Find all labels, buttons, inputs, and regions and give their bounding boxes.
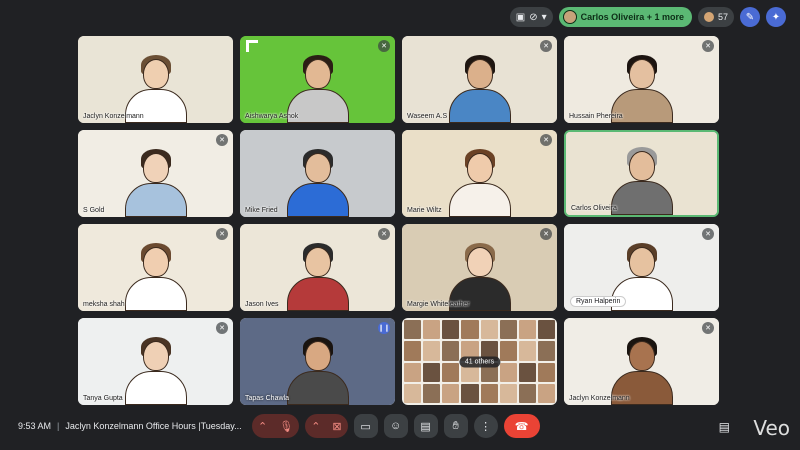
more-options-button[interactable]: ⋮ xyxy=(473,414,498,438)
participant-tile[interactable]: ✕ Aishwarya Ashok xyxy=(240,36,395,123)
others-tile[interactable]: 41 others xyxy=(402,318,557,405)
participant-name: Mike Fried xyxy=(245,207,278,214)
participant-name: Waseem A.S xyxy=(407,113,448,120)
participant-name: Carlos Oliveira xyxy=(571,205,617,212)
chevron-down-icon[interactable]: ▾ xyxy=(542,12,547,23)
separator: | xyxy=(57,421,60,431)
participant-tile[interactable]: ✕ Tanya Gupta xyxy=(78,318,233,405)
call-controls: ⌃ 🎙︎ ⌃ ⊠ ▭ ☺ ▤ ✋︎ ⋮ ☎ xyxy=(252,414,540,438)
meeting-info: 9:53 AM | Jaclyn Konzelmann Office Hours… xyxy=(18,421,242,431)
pen-icon[interactable]: ✎ xyxy=(740,7,760,27)
end-call-button[interactable]: ☎ xyxy=(503,414,540,438)
bottom-bar: 9:53 AM | Jaclyn Konzelmann Office Hours… xyxy=(0,410,800,446)
more-vert-icon: ⋮ xyxy=(480,420,492,433)
participant-tile[interactable]: ✕ S Gold xyxy=(78,130,233,217)
mic-off-icon: ✕ xyxy=(378,40,390,52)
participant-name: Tapas Chawla xyxy=(245,395,289,402)
meeting-title: Jaclyn Konzelmann Office Hours |Tuesday.… xyxy=(65,421,242,431)
participant-tile[interactable]: Carlos Oliveira xyxy=(564,130,719,217)
mic-off-icon: ✕ xyxy=(540,40,552,52)
chat-icon[interactable]: ▤ xyxy=(719,420,730,434)
participant-video xyxy=(610,147,673,215)
present-screen-icon: ▭ xyxy=(360,420,371,433)
raise-hand-button[interactable]: ✋︎ xyxy=(443,414,468,438)
participant-name: S Gold xyxy=(83,207,105,214)
captions-icon: ▤ xyxy=(420,420,431,433)
people-icon xyxy=(703,12,714,22)
participant-tile[interactable]: ✕ Jaclyn Konzelmann xyxy=(564,318,719,405)
present-controls[interactable]: ▣ ⊘ ▾ xyxy=(509,7,553,27)
participant-name: Tanya Gupta xyxy=(83,395,123,402)
raised-hands-pill[interactable]: Carlos Oliveira + 1 more xyxy=(558,7,692,27)
speaking-icon: ❙❙ xyxy=(378,322,390,334)
participant-video xyxy=(448,149,511,217)
emoji-button[interactable]: ☺ xyxy=(383,414,408,438)
mic-control[interactable]: ⌃ 🎙︎ xyxy=(252,414,300,438)
participant-tile[interactable]: ❙❙ Tapas Chawla xyxy=(240,318,395,405)
phone-end-icon: ☎ xyxy=(514,420,529,433)
participant-video xyxy=(286,337,349,405)
participant-name: Margie Whiteleather xyxy=(407,301,470,308)
participant-video xyxy=(124,243,187,311)
participant-tile[interactable]: ✕ Hussain Phereira xyxy=(564,36,719,123)
avatar xyxy=(562,10,577,24)
participant-video xyxy=(448,55,511,123)
present-screen-button[interactable]: ▭ xyxy=(353,414,378,438)
emoji-icon: ☺ xyxy=(390,420,402,432)
participant-name: Jason Ives xyxy=(245,301,279,308)
others-count-label: 41 others xyxy=(458,356,501,367)
participant-tile[interactable]: ✕ meksha shah xyxy=(78,224,233,311)
participants-button[interactable]: 57 xyxy=(697,7,734,27)
camera-control[interactable]: ⌃ ⊠ xyxy=(305,414,348,438)
mic-off-icon: ✕ xyxy=(540,134,552,146)
participant-count: 57 xyxy=(717,12,728,22)
participant-name: meksha shah xyxy=(83,301,125,308)
participant-video xyxy=(286,243,349,311)
watermark: Veo xyxy=(753,416,790,440)
participant-video xyxy=(124,337,187,405)
participant-name: Jaclyn Konzelmann xyxy=(569,395,630,402)
participant-tile[interactable]: Jaclyn Konzelmann xyxy=(78,36,233,123)
participant-tile[interactable]: ✕ Ryan Halperin xyxy=(564,224,719,311)
camera-off-icon[interactable]: ⊠ xyxy=(326,420,347,433)
chevron-up-icon[interactable]: ⌃ xyxy=(252,420,273,433)
present-icon[interactable]: ▣ xyxy=(516,12,525,23)
participant-name: Ryan Halperin xyxy=(570,296,627,307)
participant-name: Marie Wiltz xyxy=(407,207,442,214)
mic-off-icon: ✕ xyxy=(702,40,714,52)
mic-off-icon: ✕ xyxy=(540,228,552,240)
hand-icon: ✋︎ xyxy=(452,419,459,432)
mic-off-icon: ✕ xyxy=(378,228,390,240)
top-bar: ▣ ⊘ ▾ Carlos Oliveira + 1 more 57 ✎ ✦ xyxy=(509,6,786,28)
participant-tile[interactable]: ✕ Waseem A.S xyxy=(402,36,557,123)
participant-tile[interactable]: Mike Fried xyxy=(240,130,395,217)
captions-off-icon[interactable]: ⊘ xyxy=(529,12,537,23)
chevron-up-icon[interactable]: ⌃ xyxy=(305,420,326,433)
raised-hands-label: Carlos Oliveira + 1 more xyxy=(580,12,684,22)
mic-off-icon: ✕ xyxy=(216,134,228,146)
participant-name: Jaclyn Konzelmann xyxy=(83,113,144,120)
mic-off-icon[interactable]: 🎙︎ xyxy=(273,420,299,433)
participant-name: Hussain Phereira xyxy=(569,113,623,120)
sparkle-icon[interactable]: ✦ xyxy=(766,7,786,27)
mic-off-icon: ✕ xyxy=(702,322,714,334)
video-grid: Jaclyn Konzelmann ✕ Aishwarya Ashok ✕ Waseem… xyxy=(78,36,720,406)
participant-video xyxy=(286,149,349,217)
participant-tile[interactable]: ✕ Jason Ives xyxy=(240,224,395,311)
mic-off-icon: ✕ xyxy=(216,322,228,334)
participant-video xyxy=(124,149,187,217)
participant-tile[interactable]: ✕ Margie Whiteleather xyxy=(402,224,557,311)
frame-corner-icon xyxy=(246,40,258,52)
captions-button[interactable]: ▤ xyxy=(413,414,438,438)
mic-off-icon: ✕ xyxy=(702,228,714,240)
participant-name: Aishwarya Ashok xyxy=(245,113,299,120)
clock-time: 9:53 AM xyxy=(18,421,52,431)
mic-off-icon: ✕ xyxy=(216,228,228,240)
participant-tile[interactable]: ✕ Marie Wiltz xyxy=(402,130,557,217)
